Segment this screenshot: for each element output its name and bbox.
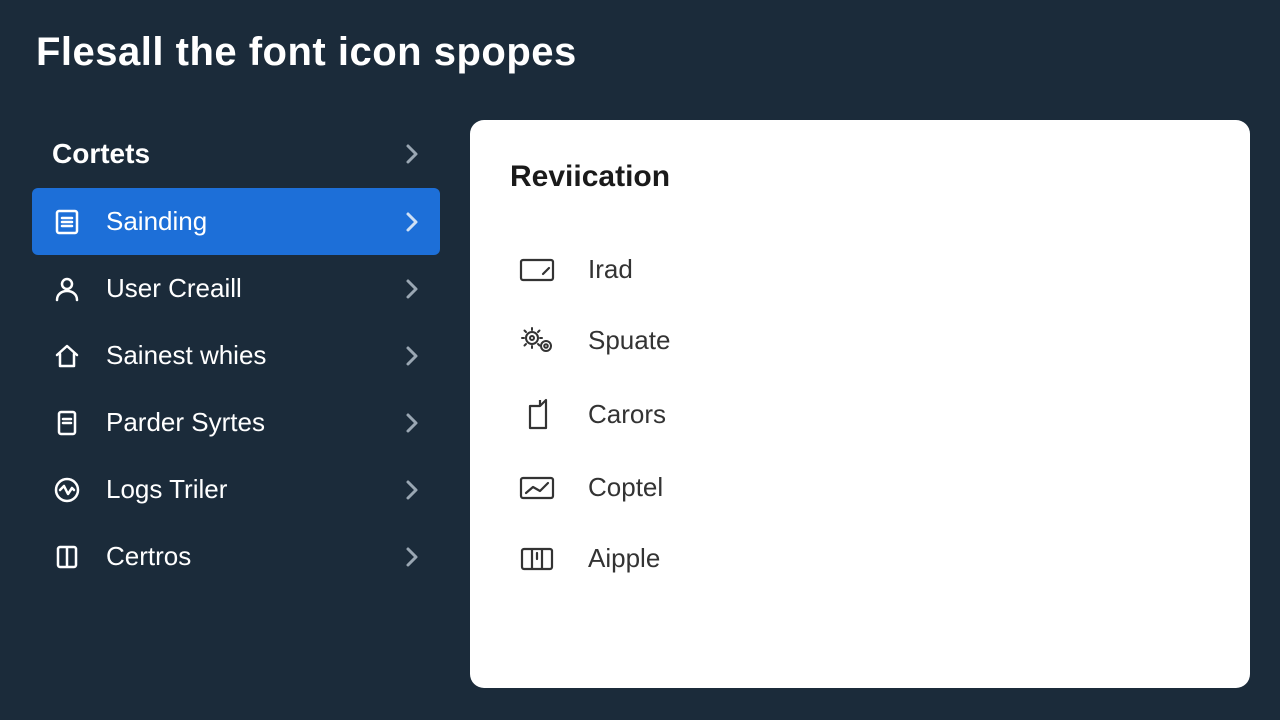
chevron-right-icon (404, 344, 420, 368)
panel-item-label: Aipple (588, 543, 660, 574)
chart-icon (518, 473, 558, 503)
sidebar-item-label: Sainest whies (106, 340, 266, 371)
sidebar-item-label: Parder Syrtes (106, 407, 265, 438)
sidebar-header-label: Cortets (52, 138, 150, 170)
page-title: Flesall the font icon spopes (36, 30, 577, 75)
panel-item-label: Carors (588, 399, 666, 430)
file-icon (518, 396, 558, 432)
sidebar-item-certros[interactable]: Certros (32, 523, 440, 590)
panel-list: Irad Spuate Carors (510, 234, 1210, 594)
sidebar-item-label: Sainding (106, 206, 207, 237)
sidebar-item-user-creaill[interactable]: User Creaill (32, 255, 440, 322)
home-icon (52, 341, 82, 371)
chevron-right-icon (404, 142, 420, 166)
panel-item-aipple[interactable]: Aipple (510, 523, 1210, 594)
chevron-right-icon (404, 411, 420, 435)
user-icon (52, 274, 82, 304)
sidebar-item-label: Logs Triler (106, 474, 227, 505)
columns-icon (518, 544, 558, 574)
panel-item-label: Irad (588, 254, 633, 285)
panel-item-irad[interactable]: Irad (510, 234, 1210, 305)
document-icon (52, 408, 82, 438)
sidebar-header[interactable]: Cortets (32, 120, 440, 188)
tablet-edit-icon (518, 255, 558, 285)
panel-item-label: Coptel (588, 472, 663, 503)
sidebar-item-label: User Creaill (106, 273, 242, 304)
chevron-right-icon (404, 210, 420, 234)
panel-title: Reviication (510, 160, 1210, 194)
activity-icon (52, 475, 82, 505)
sidebar: Cortets Sainding (32, 120, 440, 590)
panel-item-spuate[interactable]: Spuate (510, 305, 1210, 376)
gears-icon (518, 326, 558, 356)
chevron-right-icon (404, 277, 420, 301)
sidebar-item-sainest-whies[interactable]: Sainest whies (32, 322, 440, 389)
main-panel: Reviication Irad Spuate (470, 120, 1250, 688)
panel-item-label: Spuate (588, 325, 670, 356)
sidebar-item-label: Certros (106, 541, 191, 572)
chevron-right-icon (404, 478, 420, 502)
package-icon (52, 542, 82, 572)
sidebar-item-logs-triler[interactable]: Logs Triler (32, 456, 440, 523)
list-icon (52, 207, 82, 237)
sidebar-item-sainding[interactable]: Sainding (32, 188, 440, 255)
sidebar-item-parder-syrtes[interactable]: Parder Syrtes (32, 389, 440, 456)
panel-item-coptel[interactable]: Coptel (510, 452, 1210, 523)
panel-item-carors[interactable]: Carors (510, 376, 1210, 452)
chevron-right-icon (404, 545, 420, 569)
